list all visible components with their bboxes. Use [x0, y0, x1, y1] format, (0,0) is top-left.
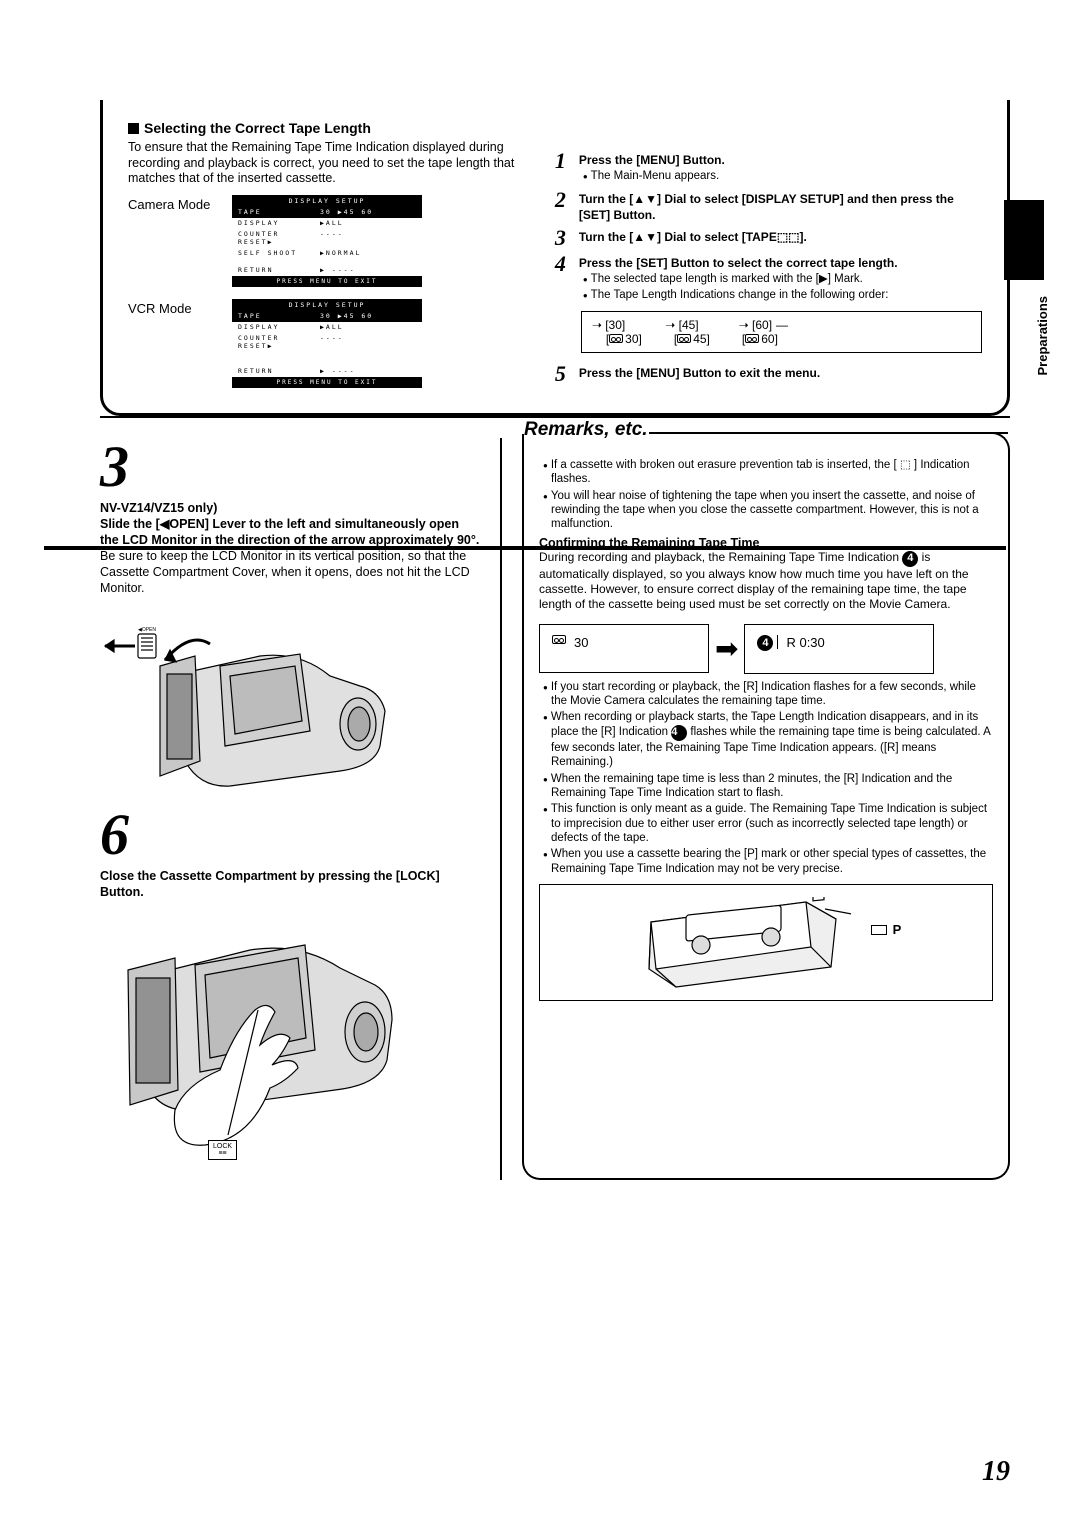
step-text: Close the Cassette Compartment by pressi…: [100, 869, 440, 899]
osd-row: RETURN: [238, 367, 320, 375]
step-text: Be sure to keep the LCD Monitor in its v…: [100, 549, 470, 595]
display-after: 4 R 0:30: [744, 624, 934, 674]
big-step-number: 6: [100, 806, 480, 864]
camera-illustration-open: ◀OPEN: [100, 606, 400, 796]
circled-number-icon: 4: [671, 725, 687, 741]
step-text: Press the [SET] Button to select the cor…: [579, 256, 898, 270]
divider-rule: [100, 416, 1010, 418]
upper-section-box: Selecting the Correct Tape Length To ens…: [100, 100, 1010, 416]
cassette-icon: [677, 334, 691, 343]
tape-order-diagram: ➝ [30] ➝ [45] ➝ [60] — [30] [45] [60]: [581, 311, 982, 353]
intro-paragraph: To ensure that the Remaining Tape Time I…: [128, 140, 535, 187]
display-before: 30: [539, 624, 709, 673]
step-text: Press the [MENU] Button.: [579, 153, 725, 167]
cassette-icon: [552, 635, 566, 644]
side-tab-label: Preparations: [1035, 296, 1050, 375]
arrow-right-icon: ➡: [715, 632, 738, 665]
big-step-number: 3: [100, 438, 480, 496]
osd-title: DISPLAY SETUP: [232, 195, 422, 207]
side-black-tab: [1004, 200, 1044, 280]
box-icon: [871, 925, 887, 935]
p-mark-label: P: [893, 922, 902, 937]
cassette-icon: [609, 334, 623, 343]
osd-footer: PRESS MENU TO EXIT: [232, 377, 422, 388]
step-text: Turn the [▲▼] Dial to select [DISPLAY SE…: [579, 192, 954, 222]
model-restriction: NV-VZ14/VZ15 only): [100, 501, 217, 515]
remark-bullet: If a cassette with broken out erasure pr…: [547, 458, 993, 487]
osd-row: COUNTER RESET▶: [238, 230, 320, 246]
step-sub: The Main-Menu appears.: [587, 169, 982, 183]
osd-footer: PRESS MENU TO EXIT: [232, 276, 422, 287]
remarks-heading: Remarks, etc.: [524, 419, 654, 441]
step-number: 2: [555, 189, 579, 211]
step-number: 1: [555, 150, 579, 172]
tape-val: 60]: [761, 332, 778, 346]
step-text: Press the [MENU] Button to exit the menu…: [579, 366, 820, 380]
osd-title: DISPLAY SETUP: [232, 299, 422, 311]
display-value: R 0:30: [786, 635, 824, 650]
osd-row: COUNTER RESET▶: [238, 334, 320, 350]
osd-menu-vcr: DISPLAY SETUP TAPE30 ▶45 60 DISPLAY▶ALL …: [232, 299, 422, 388]
step-number: 5: [555, 363, 579, 385]
osd-row: DISPLAY: [238, 219, 320, 227]
camera-mode-label: Camera Mode: [128, 197, 220, 297]
remarks-panel: Remarks, etc. If a cassette with broken …: [522, 434, 1010, 1180]
step-number: 3: [555, 227, 579, 249]
osd-row: DISPLAY: [238, 323, 320, 331]
sub-heading: Confirming the Remaining Tape Time: [539, 536, 993, 550]
lock-label: LOCK: [213, 1143, 232, 1150]
step-sub: The Tape Length Indications change in th…: [587, 288, 982, 302]
vcr-mode-label: VCR Mode: [128, 301, 220, 398]
section-heading: Selecting the Correct Tape Length: [144, 120, 371, 136]
svg-text:◀OPEN: ◀OPEN: [138, 627, 156, 633]
tape-val: [30]: [605, 318, 625, 332]
osd-row: RETURN: [238, 266, 320, 274]
display-value: 30: [574, 635, 588, 650]
osd-row-tape: TAPE: [238, 312, 320, 320]
tape-val: [45]: [679, 318, 699, 332]
tape-val: 45]: [693, 332, 710, 346]
remark-bullet: This function is only meant as a guide. …: [547, 802, 993, 845]
lock-callout: LOCK ≡≡: [208, 1140, 237, 1160]
step-text: Slide the [◀OPEN] Lever to the left and …: [100, 517, 479, 547]
manual-page: Preparations Selecting the Correct Tape …: [0, 0, 1080, 1528]
remark-bullet: You will hear noise of tightening the ta…: [547, 489, 993, 532]
step-sub: The selected tape length is marked with …: [587, 272, 982, 286]
remark-bullet: When the remaining tape time is less tha…: [547, 772, 993, 801]
remark-bullet: If you start recording or playback, the …: [547, 680, 993, 709]
step-number: 4: [555, 253, 579, 275]
tape-val: 30]: [625, 332, 642, 346]
osd-menu-camera: DISPLAY SETUP TAPE30 ▶45 60 DISPLAY▶ALL …: [232, 195, 422, 287]
camera-illustration-lock: LOCK ≡≡: [100, 910, 400, 1170]
cassette-icon: [745, 334, 759, 343]
remark-bullet: When recording or playback starts, the T…: [547, 710, 993, 769]
remark-bullet: When you use a cassette bearing the [P] …: [547, 847, 993, 876]
circled-number-icon: 4: [757, 635, 773, 651]
circled-number-icon: 4: [902, 551, 918, 567]
page-number: 19: [982, 1456, 1010, 1488]
cassette-diagram: P: [539, 884, 993, 1001]
tape-val: [60]: [752, 318, 772, 332]
step-text: Turn the [▲▼] Dial to select [TAPE⬚⬚].: [579, 230, 807, 244]
osd-row-tape: TAPE: [238, 208, 320, 216]
confirm-paragraph: During recording and playback, the Remai…: [539, 550, 993, 612]
osd-row: SELF SHOOT: [238, 249, 320, 257]
